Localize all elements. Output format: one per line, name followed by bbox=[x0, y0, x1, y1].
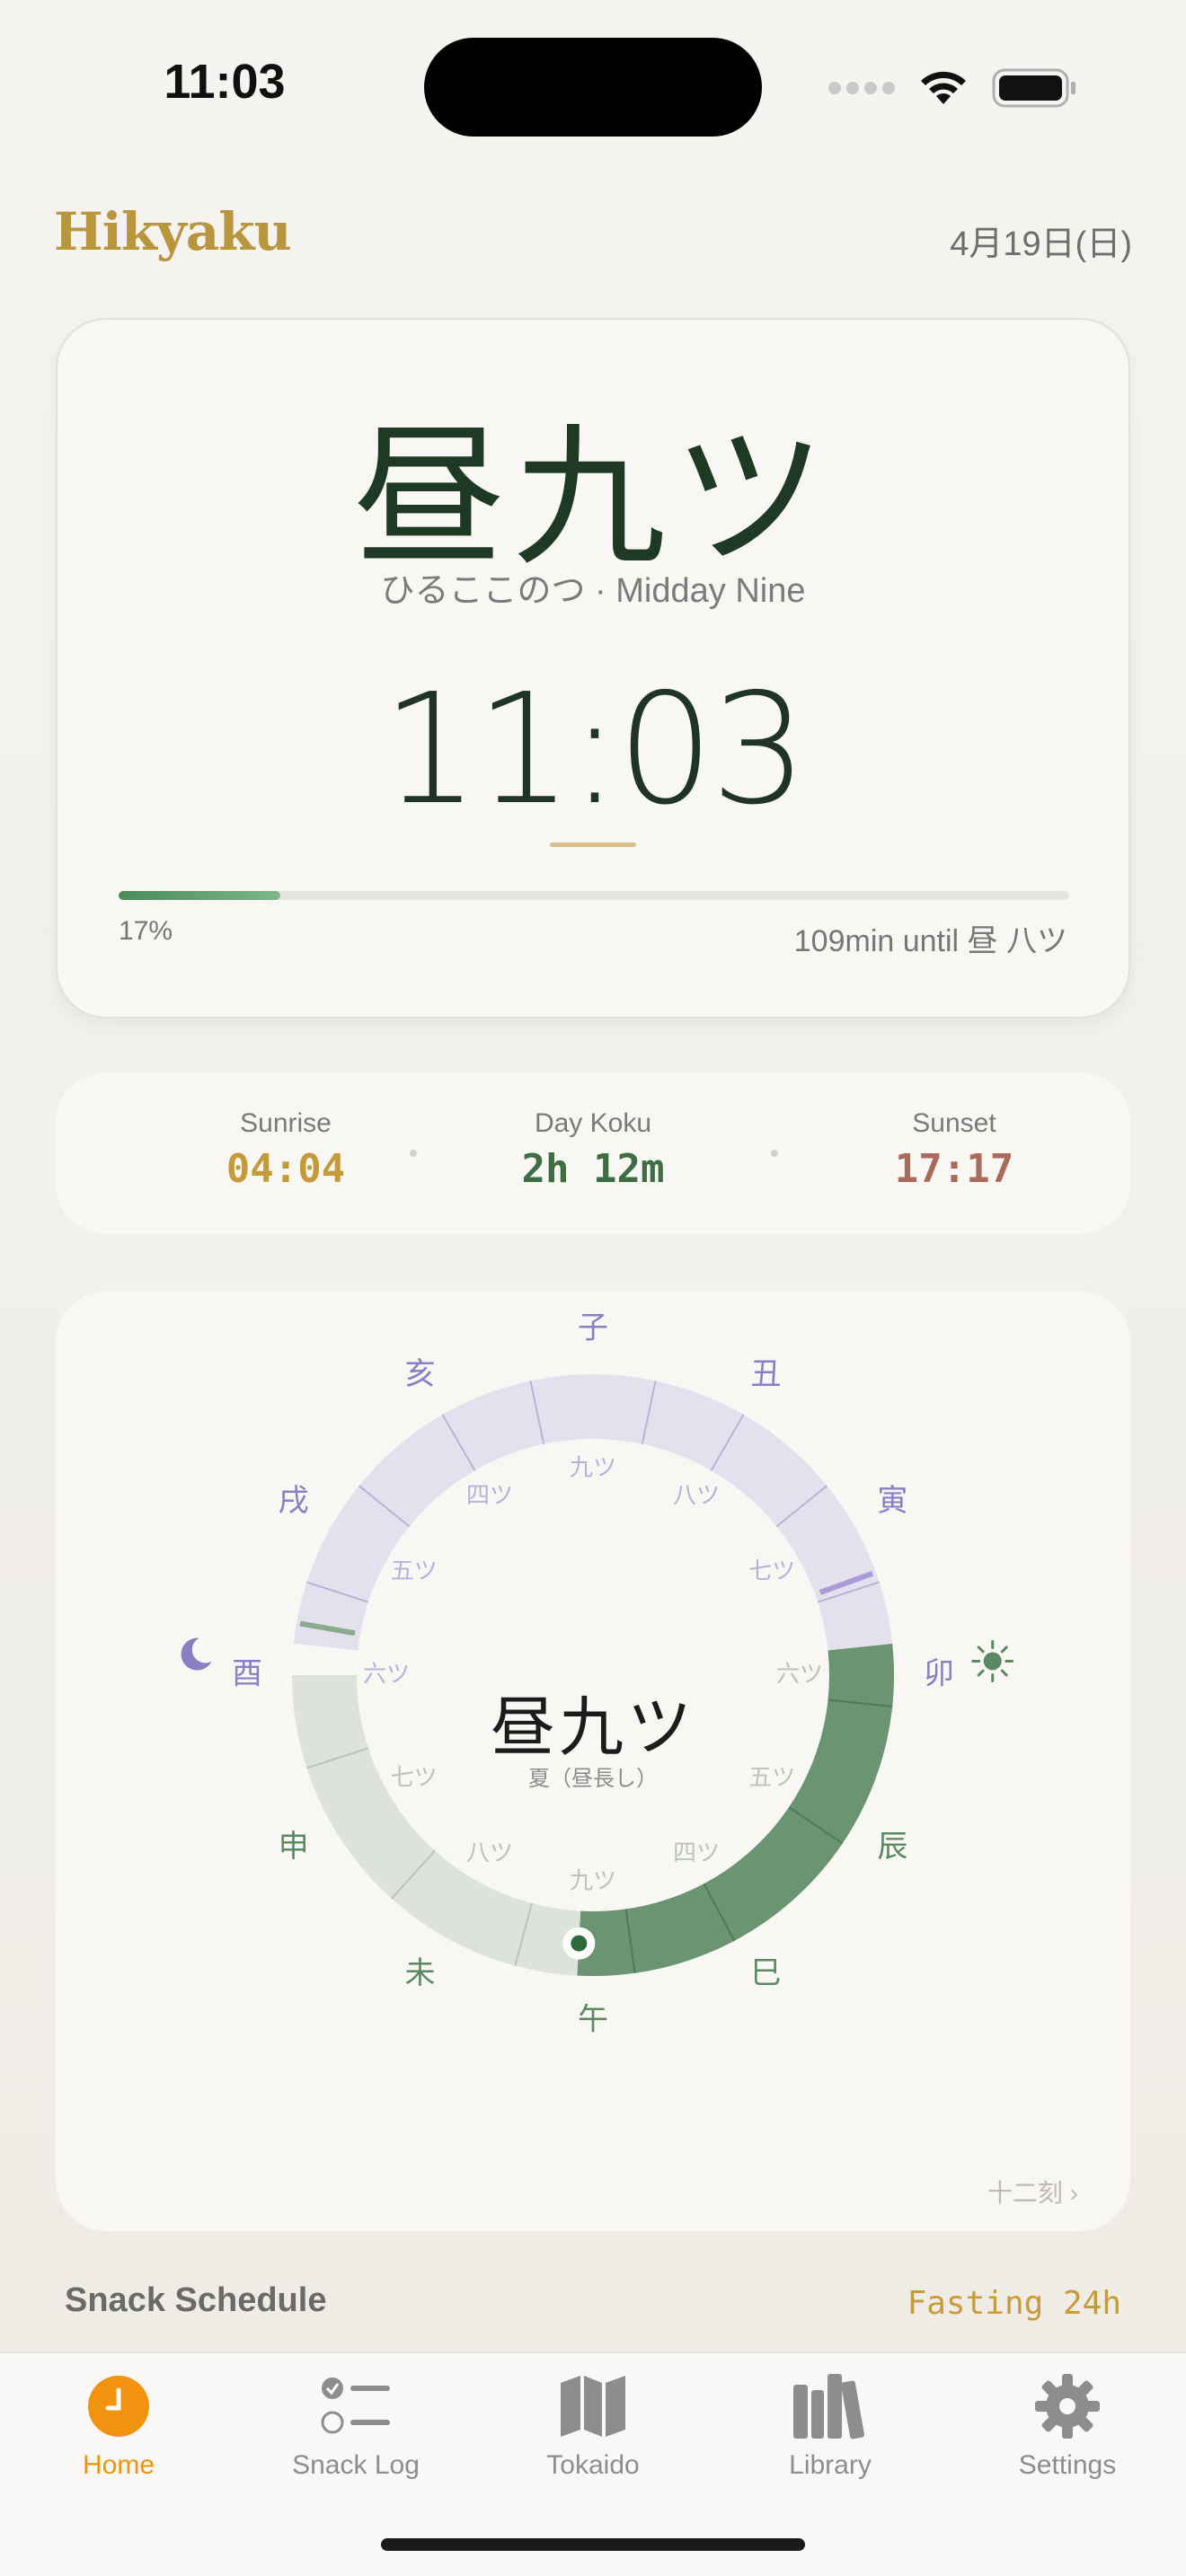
zodiac-label-午: 午 bbox=[578, 2002, 608, 2038]
wheel-center-koku: 昼九ツ bbox=[490, 1689, 695, 1765]
app-header: Hikyaku 4月19日(日) bbox=[54, 198, 1132, 269]
night-ring bbox=[293, 1374, 893, 1651]
sunset-label: Sunset bbox=[912, 1108, 996, 1138]
inner-koku-label: 九ツ bbox=[570, 1455, 616, 1482]
day-koku-block: Day Koku 2h 12m bbox=[458, 1108, 728, 1192]
zodiac-label-寅: 寅 bbox=[877, 1483, 907, 1519]
tab-home[interactable]: Home bbox=[0, 2366, 237, 2501]
zodiac-label-戌: 戌 bbox=[279, 1483, 309, 1519]
tab-snack-log[interactable]: Snack Log bbox=[237, 2366, 474, 2501]
inner-koku-label: 八ツ bbox=[673, 1482, 720, 1509]
tab-label: Library bbox=[789, 2450, 872, 2480]
zodiac-label-子: 子 bbox=[578, 1310, 608, 1346]
fasting-status: Fasting 24h bbox=[907, 2285, 1121, 2322]
separator-dot bbox=[771, 1150, 778, 1157]
zodiac-label-亥: 亥 bbox=[405, 1356, 436, 1392]
sun-times-card: Sunrise 04:04 Day Koku 2h 12m Sunset 17:… bbox=[56, 1072, 1130, 1234]
koku-progress-bar bbox=[119, 891, 1069, 900]
zodiac-label-未: 未 bbox=[405, 1955, 436, 1991]
sunrise-block: Sunrise 04:04 bbox=[151, 1108, 420, 1192]
current-koku-reading: ひるここのつ · Midday Nine bbox=[380, 572, 806, 610]
sunrise-value: 04:04 bbox=[226, 1146, 346, 1192]
status-bar: 11:03 bbox=[0, 0, 1186, 180]
moon-icon bbox=[181, 1637, 212, 1671]
cellular-signal-icon bbox=[828, 82, 895, 94]
sunrise-label: Sunrise bbox=[240, 1108, 332, 1138]
tab-label: Snack Log bbox=[292, 2450, 420, 2480]
current-koku-card: 昼九ツ ひるここのつ · Midday Nine 11:03 17% 109mi… bbox=[56, 318, 1130, 1019]
sunset-value: 17:17 bbox=[894, 1146, 1014, 1192]
tab-label: Home bbox=[82, 2450, 155, 2480]
time-remaining: 109min until 昼 八ツ bbox=[793, 924, 1067, 958]
status-icons bbox=[828, 61, 1078, 115]
current-time-display: 11:03 bbox=[382, 661, 808, 839]
brand-logo: Hikyaku bbox=[54, 201, 292, 262]
tab-label: Tokaido bbox=[546, 2450, 640, 2480]
inner-koku-label: 五ツ bbox=[391, 1558, 438, 1585]
day-koku-value: 2h 12m bbox=[521, 1146, 665, 1192]
zodiac-label-辰: 辰 bbox=[877, 1829, 907, 1865]
tab-settings[interactable]: Settings bbox=[949, 2366, 1186, 2501]
zodiac-label-巳: 巳 bbox=[751, 1955, 782, 1991]
tab-label: Settings bbox=[1018, 2450, 1117, 2480]
season-label: 夏（昼長し） bbox=[528, 1767, 658, 1791]
wifi-icon bbox=[921, 71, 966, 104]
progress-percent: 17% bbox=[119, 916, 173, 946]
zodiac-label-申: 申 bbox=[279, 1829, 309, 1865]
zodiac-label-丑: 丑 bbox=[751, 1356, 782, 1392]
tab-library[interactable]: Library bbox=[712, 2366, 949, 2501]
checklist-icon bbox=[321, 2378, 390, 2434]
inner-koku-label: 四ツ bbox=[673, 1840, 720, 1867]
koku-wheel-card[interactable]: 子丑寅卯辰巳午未申酉戌亥九ツ 八ツ 七ツ 五ツ 四ツ 六ツ 五ツ 四ツ 九ツ 八ツ 七ツ 六ツ 昼九ツ… bbox=[56, 1292, 1130, 2231]
current-date: 4月19日(日) bbox=[950, 225, 1132, 263]
snack-schedule-header: Snack Schedule Fasting 24h bbox=[65, 2281, 1121, 2335]
home-indicator bbox=[381, 2538, 805, 2551]
inner-koku-label: 九ツ bbox=[570, 1868, 616, 1895]
day-koku-label: Day Koku bbox=[534, 1108, 652, 1138]
sunset-block: Sunset 17:17 bbox=[819, 1108, 1089, 1192]
status-time: 11:03 bbox=[164, 55, 286, 109]
separator-dot bbox=[410, 1150, 417, 1157]
inner-koku-label: 四ツ bbox=[466, 1482, 513, 1509]
clock-icon bbox=[88, 2376, 149, 2437]
inner-koku-label: 八ツ bbox=[466, 1840, 513, 1867]
twelve-koku-link[interactable]: 十二刻 › bbox=[987, 2174, 1078, 2210]
tab-tokaido[interactable]: Tokaido bbox=[474, 2366, 712, 2501]
books-icon bbox=[793, 2374, 864, 2439]
map-icon bbox=[561, 2376, 625, 2437]
snack-schedule-title: Snack Schedule bbox=[65, 2281, 327, 2319]
gear-icon bbox=[1035, 2374, 1100, 2439]
koku-progress-fill bbox=[119, 891, 280, 900]
battery-icon bbox=[992, 68, 1075, 108]
accent-divider bbox=[550, 842, 636, 847]
inner-koku-label: 七ツ bbox=[748, 1558, 795, 1585]
current-position-dot bbox=[571, 1935, 588, 1952]
dynamic-island bbox=[424, 38, 762, 137]
